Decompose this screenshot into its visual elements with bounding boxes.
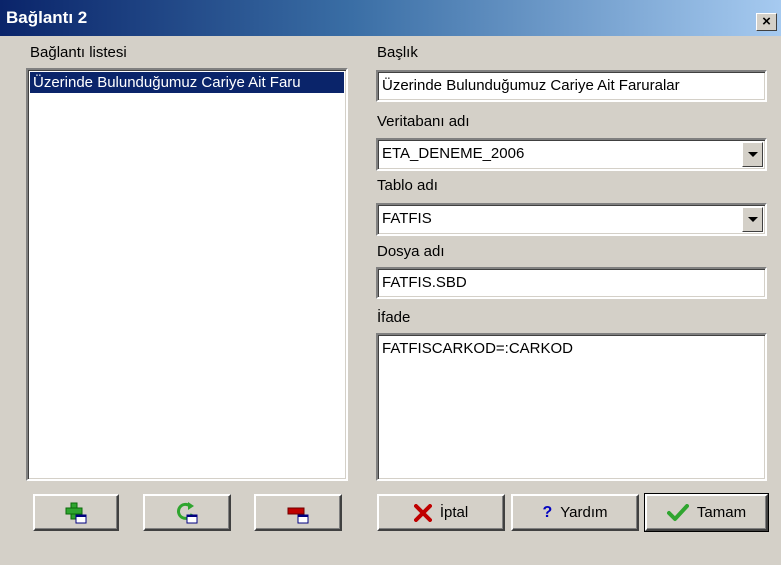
table-dropdown-button[interactable] bbox=[742, 207, 763, 232]
delete-button[interactable] bbox=[254, 494, 342, 531]
connection-listbox[interactable]: Üzerinde Bulunduğumuz Cariye Ait Faru bbox=[26, 68, 348, 481]
delete-icon bbox=[287, 502, 309, 524]
refresh-button[interactable] bbox=[143, 494, 231, 531]
database-field-label: Veritabanı adı bbox=[377, 113, 470, 130]
ok-label: Tamam bbox=[696, 504, 747, 521]
database-value: ETA_DENEME_2006 bbox=[382, 145, 525, 162]
chevron-down-icon bbox=[747, 217, 758, 222]
checkmark-icon bbox=[666, 503, 689, 521]
help-button[interactable]: ? Yardım bbox=[511, 494, 639, 531]
close-button[interactable]: × bbox=[756, 13, 777, 31]
add-button[interactable] bbox=[33, 494, 119, 531]
table-combobox[interactable]: FATFIS bbox=[376, 203, 767, 236]
list-item[interactable]: Üzerinde Bulunduğumuz Cariye Ait Faru bbox=[30, 72, 344, 93]
window-title: Bağlantı 2 bbox=[6, 8, 88, 27]
title-input[interactable]: Üzerinde Bulunduğumuz Cariye Ait Farural… bbox=[376, 70, 767, 102]
expression-textarea[interactable]: FATFISCARKOD=:CARKOD bbox=[376, 333, 767, 481]
connection-dialog: Bağlantı 2 × Bağlantı listesi Üzerinde B… bbox=[0, 0, 781, 565]
connection-list-label: Bağlantı listesi bbox=[30, 44, 127, 61]
cancel-label: İptal bbox=[439, 504, 469, 521]
file-field-label: Dosya adı bbox=[377, 243, 445, 260]
expression-field-label: İfade bbox=[377, 309, 411, 326]
database-combobox[interactable]: ETA_DENEME_2006 bbox=[376, 138, 767, 171]
file-input[interactable]: FATFIS.SBD bbox=[376, 267, 767, 299]
table-field-label: Tablo adı bbox=[377, 177, 438, 194]
title-field-label: Başlık bbox=[377, 44, 418, 61]
add-icon bbox=[65, 502, 87, 524]
ok-button[interactable]: Tamam bbox=[644, 493, 769, 532]
chevron-down-icon bbox=[747, 152, 758, 157]
cancel-button[interactable]: İptal bbox=[377, 494, 505, 531]
table-value: FATFIS bbox=[382, 210, 432, 227]
cross-icon bbox=[413, 503, 432, 522]
title-bar: Bağlantı 2 × bbox=[0, 0, 781, 36]
database-dropdown-button[interactable] bbox=[742, 142, 763, 167]
help-label: Yardım bbox=[560, 504, 608, 521]
refresh-icon bbox=[176, 501, 198, 524]
question-icon: ? bbox=[542, 503, 553, 521]
